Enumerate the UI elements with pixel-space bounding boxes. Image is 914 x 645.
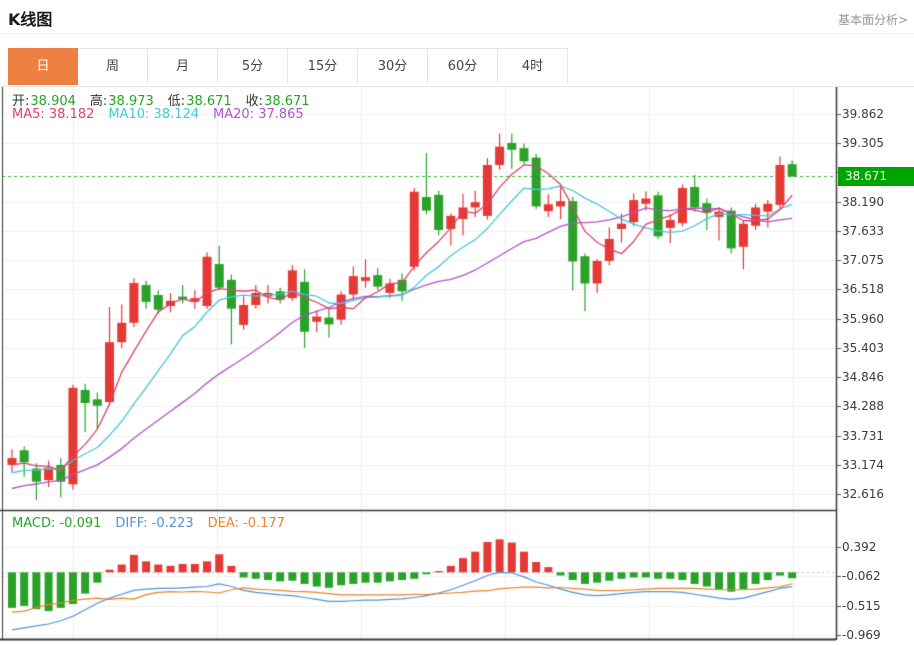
kline-page: K线图 基本面分析> 日周月5分15分30分60分4时 开:38.904高:38…	[0, 0, 914, 645]
tab-interval-0[interactable]: 日	[8, 48, 78, 85]
price-axis-tick-7: 35.960	[842, 311, 912, 327]
tab-interval-6[interactable]: 60分	[428, 48, 498, 84]
tab-interval-5[interactable]: 30分	[358, 48, 428, 84]
price-axis-tick-9: 34.846	[842, 369, 912, 385]
macd-legend-0: MACD: -0.091	[12, 516, 101, 531]
ma-legend-0: MA5: 38.182	[12, 107, 94, 122]
tab-cells: 日周月5分15分30分60分4时	[8, 48, 568, 85]
tab-interval-3[interactable]: 5分	[218, 48, 288, 84]
macd-legend-2: DEA: -0.177	[208, 516, 285, 531]
tab-interval-2[interactable]: 月	[148, 48, 218, 84]
tab-interval-7[interactable]: 4时	[498, 48, 568, 84]
current-price-badge: 38.671	[838, 167, 914, 186]
macd-axis-tick-3: -0.969	[842, 627, 912, 643]
interval-tab-bar: 日周月5分15分30分60分4时	[0, 48, 914, 87]
tab-interval-4[interactable]: 15分	[288, 48, 358, 84]
price-axis-tick-10: 34.288	[842, 398, 912, 414]
price-axis-tick-8: 35.403	[842, 340, 912, 356]
price-axis-tick-3: 38.190	[842, 194, 912, 210]
fundamental-analysis-link[interactable]: 基本面分析>	[838, 11, 908, 28]
price-axis-tick-6: 36.518	[842, 281, 912, 297]
price-axis-tick-11: 33.731	[842, 428, 912, 444]
macd-axis-tick-1: -0.062	[842, 568, 912, 584]
price-axis-tick-1: 39.305	[842, 135, 912, 151]
ma-row: MA5: 38.182 MA10: 38.124 MA20: 37.865	[12, 107, 318, 122]
macd-values-row: MACD: -0.091 DIFF: -0.223 DEA: -0.177	[12, 516, 299, 531]
macd-axis-tick-2: -0.515	[842, 598, 912, 614]
ma-legend-2: MA20: 37.865	[213, 107, 304, 122]
page-header: K线图 基本面分析>	[0, 0, 914, 34]
page-title: K线图	[8, 6, 52, 30]
ma-legend-1: MA10: 38.124	[108, 107, 199, 122]
macd-legend-1: DIFF: -0.223	[115, 516, 193, 531]
price-axis-tick-0: 39.862	[842, 106, 912, 122]
price-axis-tick-4: 37.633	[842, 223, 912, 239]
price-axis-tick-13: 32.616	[842, 486, 912, 502]
tab-interval-1[interactable]: 周	[78, 48, 148, 84]
price-axis-tick-12: 33.174	[842, 457, 912, 473]
price-axis-tick-5: 37.075	[842, 252, 912, 268]
macd-axis-tick-0: 0.392	[842, 539, 912, 555]
